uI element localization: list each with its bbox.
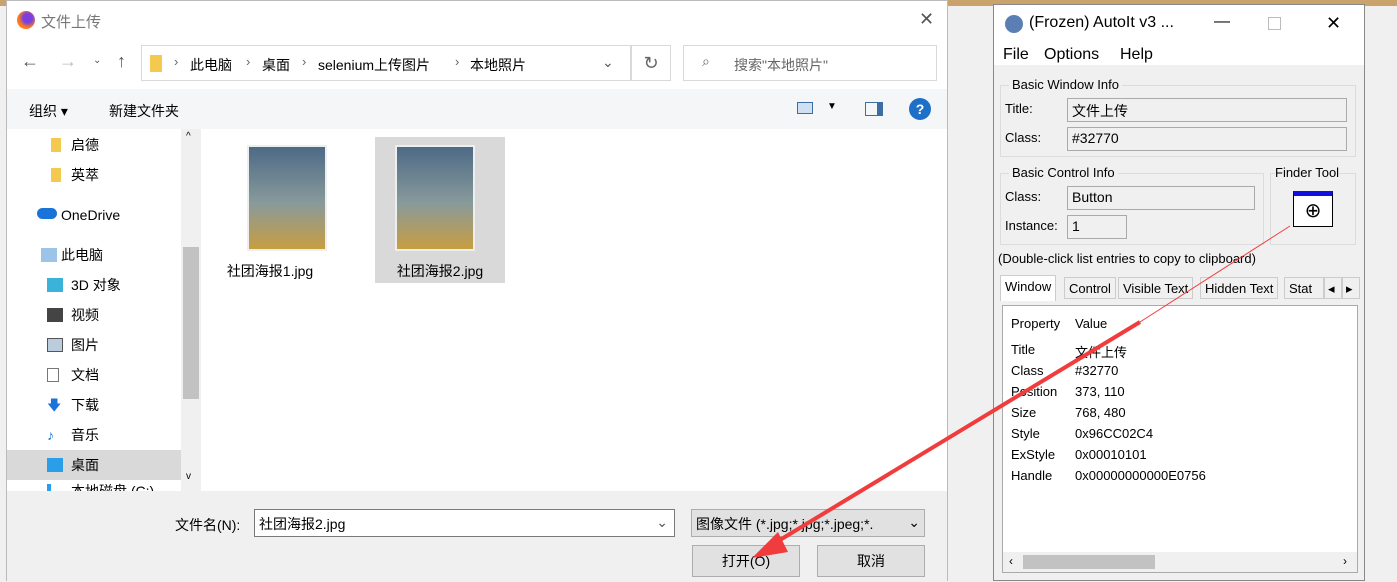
annotation-arrow (752, 225, 1291, 558)
